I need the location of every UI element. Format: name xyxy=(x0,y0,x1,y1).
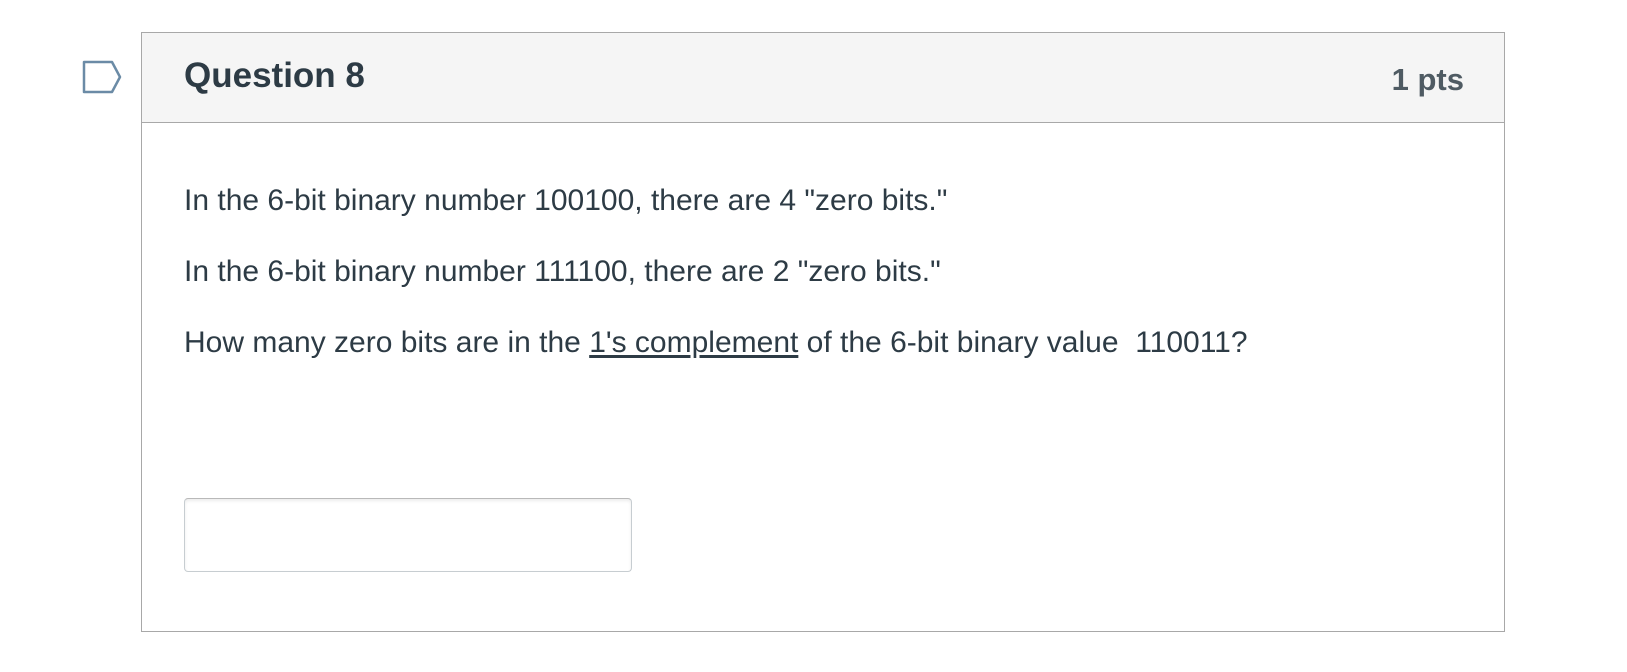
question-text: In the 6-bit binary number 100100, there… xyxy=(184,183,1464,361)
question-line-1: In the 6-bit binary number 100100, there… xyxy=(184,184,948,217)
question-prompt: How many zero bits are in the 1's comple… xyxy=(184,325,1464,361)
question-line-2: In the 6-bit binary number 111100, there… xyxy=(184,255,941,288)
question-body: In the 6-bit binary number 100100, there… xyxy=(184,183,1464,396)
prompt-text-after: of the 6-bit binary value 110011? xyxy=(798,326,1248,359)
question-header: Question 8 1 pts xyxy=(142,33,1504,123)
question-title: Question 8 xyxy=(184,56,365,95)
ones-complement-term: 1's complement xyxy=(589,326,799,359)
prompt-text-before: How many zero bits are in the xyxy=(184,326,590,359)
answer-input[interactable] xyxy=(184,498,632,572)
question-points: 1 pts xyxy=(1391,62,1464,97)
flag-question-icon[interactable] xyxy=(82,60,122,94)
question-card: Question 8 1 pts In the 6-bit binary num… xyxy=(141,32,1505,632)
